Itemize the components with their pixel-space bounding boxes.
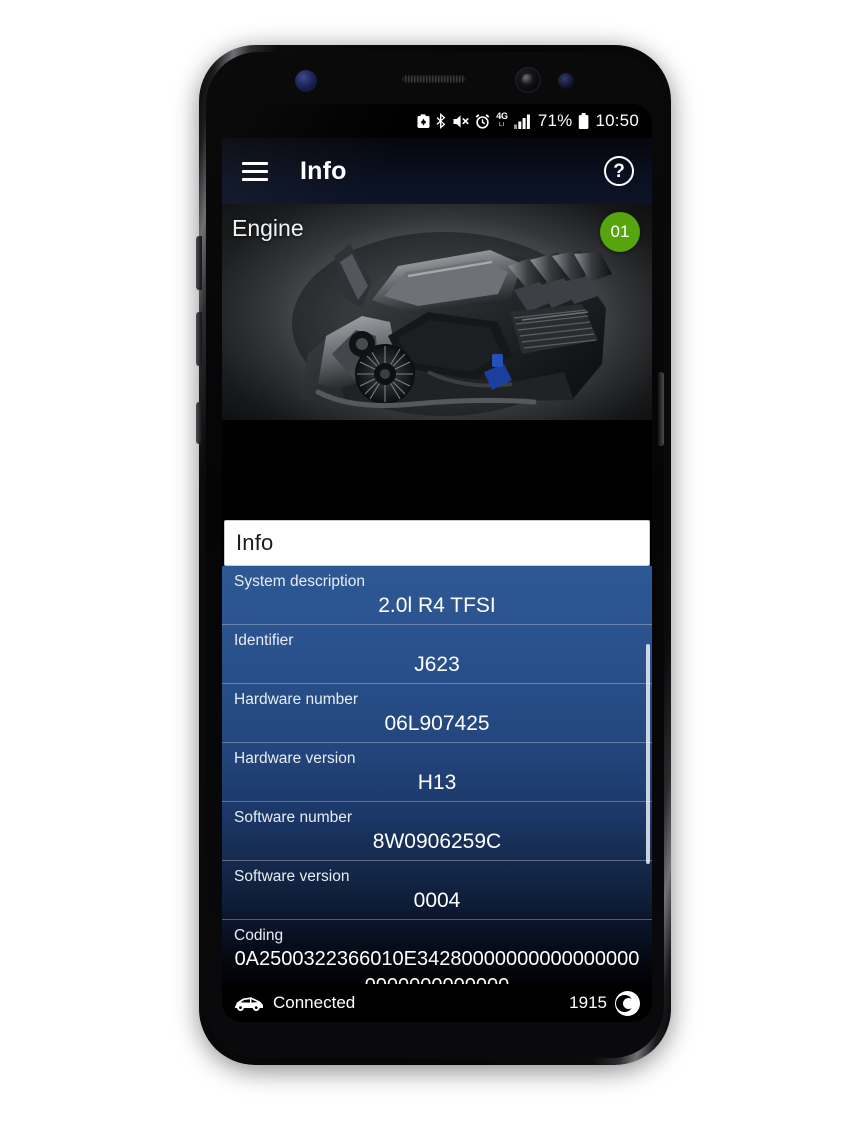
connection-status-bar: Connected 1915 [222,984,652,1022]
hero-title: Engine [232,215,304,241]
row-label: Software version [234,868,350,885]
screenshot-canvas: 4G LT 71% 10:50 Info ? Engine 01 Info Sy… [0,0,860,1132]
list-item[interactable]: Identifier J623 [222,625,652,684]
android-status-bar: 4G LT 71% 10:50 [222,104,652,138]
list-item[interactable]: System description 2.0l R4 TFSI [222,566,652,625]
night-mode-icon[interactable] [615,990,640,1016]
list-item[interactable]: Coding 0A2500322366010E34280000000000000… [222,920,652,984]
counter-label: 1915 [569,993,607,1012]
assistant-button[interactable] [196,402,202,444]
row-label: Identifier [234,632,294,649]
signal-bars-icon [513,114,532,129]
help-icon[interactable]: ? [604,156,634,186]
hamburger-menu-icon[interactable] [242,161,268,181]
volume-down-button[interactable] [196,312,202,366]
row-value: 8W0906259C [372,830,502,853]
connection-status-label: Connected [273,993,356,1012]
status-badge: 01 [600,212,640,252]
list-item[interactable]: Hardware number 06L907425 [222,684,652,743]
power-button[interactable] [658,372,664,446]
row-label: Hardware number [234,691,359,708]
proximity-sensor-icon [558,73,574,89]
mute-icon [453,114,469,129]
row-label: Coding [234,927,284,944]
tab-info-label: Info [236,530,274,555]
car-icon [234,994,264,1012]
phone-screen: 4G LT 71% 10:50 Info ? Engine 01 Info Sy… [222,104,652,1022]
row-label: System description [234,573,365,590]
row-value: 06L907425 [384,712,490,735]
clock-label: 10:50 [595,111,639,130]
engine-hero-banner: Engine 01 [222,204,652,420]
battery-percent-label: 71% [537,111,573,130]
volume-up-button[interactable] [196,236,202,290]
row-value: H13 [417,771,457,794]
alarm-icon [475,113,490,129]
page-title: Info [300,156,347,185]
list-item[interactable]: Software number 8W0906259C [222,802,652,861]
row-label: Software number [234,809,353,826]
row-value: J623 [414,653,460,676]
front-camera-icon [515,67,541,93]
list-item[interactable]: Software version 0004 [222,861,652,920]
battery-icon [578,113,589,129]
network-type-indicator: 4G LT [496,111,508,129]
earpiece-speaker [402,75,466,83]
row-value: 2.0l R4 TFSI [378,594,496,617]
info-list[interactable]: System description 2.0l R4 TFSI Identifi… [222,566,652,984]
scrollbar-thumb[interactable] [646,644,650,864]
app-bar: Info ? [222,138,652,204]
battery-saver-icon [417,113,430,129]
row-value: 0004 [413,889,461,912]
bluetooth-icon [436,113,447,129]
row-label: Hardware version [234,750,356,767]
tab-info[interactable]: Info [224,520,650,566]
iris-scanner-icon [295,70,317,92]
list-item[interactable]: Hardware version H13 [222,743,652,802]
row-value: 0A2500322366010E342800000000000000000000… [234,948,640,984]
